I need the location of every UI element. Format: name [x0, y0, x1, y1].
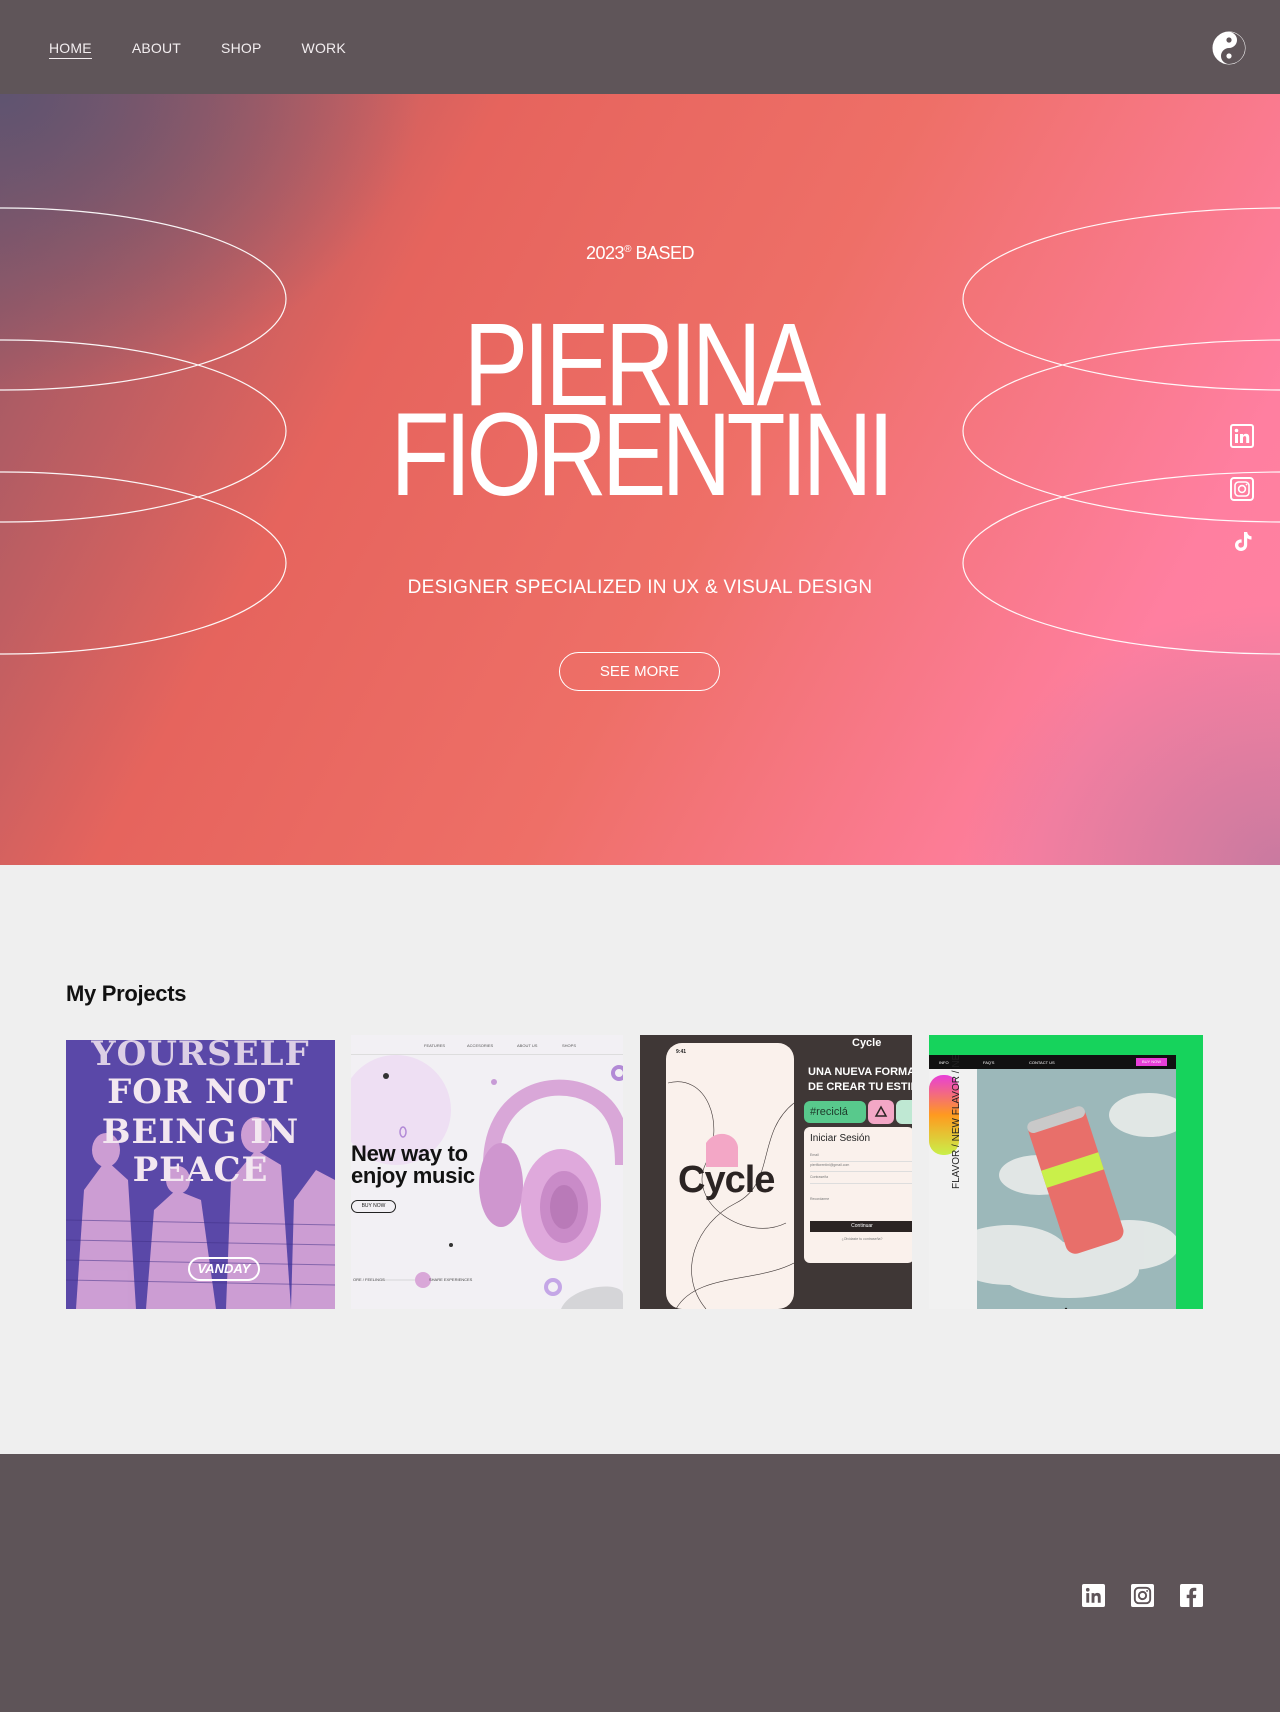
hero-section: 2023® BASED PIERINA FIORENTINI DESIGNER … [0, 94, 1280, 865]
instagram-icon[interactable] [1131, 1584, 1154, 1607]
yin-yang-icon[interactable] [1212, 31, 1246, 65]
footer-social-links [1082, 1584, 1229, 1607]
soda-side-panel: FLAVOR / NEW FLAVOR / NEW FLAVOR [929, 1055, 977, 1309]
cycle-logo: Cycle [678, 1159, 775, 1201]
soda-nav-contact: CONTACT US [1029, 1060, 1055, 1065]
cycle-headline: UNA NUEVA FORMA DE CREAR TU ESTILO [808, 1065, 912, 1095]
based-year: 2023 [586, 243, 625, 263]
soda-buy-button: BUY NOW [1136, 1058, 1167, 1066]
mockup-foot-left: ORE / FEELINGS [353, 1277, 385, 1282]
hero-social-links [1230, 424, 1254, 583]
password-label: Contraseña [810, 1175, 912, 1184]
phone-time: 9:41 [676, 1049, 687, 1055]
project-card-soda[interactable]: INFO FAQ'S CONTACT US BUY NOW FLAVOR / N… [929, 1035, 1203, 1309]
project-card-cycle[interactable]: 9:41 Cycle Cycle UNA NUEVA FORMA DE CREA… [640, 1035, 912, 1309]
cycle-headline-line-2: DE CREAR TU ESTILO [808, 1081, 912, 1093]
based-label: 2023® BASED [0, 243, 1280, 264]
nav-about[interactable]: ABOUT [132, 40, 181, 59]
mockup-headline-line-1: New way to [351, 1141, 468, 1166]
nav-shop[interactable]: SHOP [221, 40, 261, 59]
hero-tagline: DESIGNER SPECIALIZED IN UX & VISUAL DESI… [407, 577, 873, 598]
see-more-button[interactable]: SEE MORE [559, 652, 720, 691]
mockup-headline-line-2: enjoy music [351, 1163, 475, 1188]
login-title: Iniciar Sesión [810, 1133, 871, 1144]
email-label: Email [810, 1153, 912, 1162]
nav-work[interactable]: WORK [302, 40, 346, 59]
login-card: Iniciar Sesión Email pierifiorentini@gma… [804, 1127, 912, 1263]
remember-me: Recordarme [810, 1197, 830, 1201]
based-text: BASED [635, 243, 694, 263]
poster-line-2: FOR NOT [107, 1072, 294, 1112]
vanday-logo: VANDAY [188, 1257, 260, 1281]
footer [0, 1454, 1280, 1712]
facebook-icon[interactable] [1180, 1584, 1203, 1607]
poster-line-1: YOURSELF [91, 1040, 310, 1074]
tiktok-icon[interactable] [1230, 530, 1254, 554]
soda-vertical-text: FLAVOR / NEW FLAVOR / NEW FLAVOR [951, 1055, 962, 1189]
mockup-foot-right: SHARE EXPERIENCES [429, 1277, 473, 1282]
nav-home[interactable]: HOME [49, 40, 92, 59]
email-value: pierifiorentini@gmail.com [810, 1163, 912, 1172]
soda-nav-info: INFO [939, 1060, 949, 1065]
top-navigation: HOME ABOUT SHOP WORK [0, 0, 1280, 94]
recycle-badge [868, 1100, 912, 1124]
soda-site-nav: INFO FAQ'S CONTACT US BUY NOW [929, 1055, 1176, 1069]
nav-links: HOME ABOUT SHOP WORK [49, 40, 386, 59]
projects-title: My Projects [66, 981, 187, 1006]
registered-mark: ® [624, 244, 631, 255]
continue-button: Continuar [810, 1221, 912, 1232]
mockup-buy-button: BUY NOW [351, 1200, 396, 1213]
hero-name-last: FIORENTINI [390, 389, 894, 521]
poster-line-3: BEING IN [101, 1112, 300, 1152]
soda-site-mockup: INFO FAQ'S CONTACT US BUY NOW FLAVOR / N… [929, 1055, 1176, 1309]
soda-nav-faqs: FAQ'S [983, 1060, 995, 1065]
mockup-headline: New way to enjoy music [351, 1143, 475, 1187]
linkedin-icon[interactable] [1082, 1584, 1105, 1607]
project-card-vanday[interactable]: YOURSELF FOR NOT BEING IN PEACE VANDAY [66, 1040, 335, 1309]
project-card-headphones[interactable]: FEATURES ACCESORIES ABOUT US SHOPS New w… [351, 1035, 623, 1309]
linkedin-icon[interactable] [1230, 424, 1254, 448]
forgot-password: ¿Olvidaste tu contraseña? [841, 1237, 883, 1241]
cycle-logo-small: Cycle [852, 1037, 882, 1049]
instagram-icon[interactable] [1230, 477, 1254, 501]
recicla-tag: #reciclá [804, 1101, 866, 1123]
cycle-headline-line-1: UNA NUEVA FORMA [808, 1066, 912, 1078]
poster-line-4: PEACE [132, 1150, 269, 1190]
